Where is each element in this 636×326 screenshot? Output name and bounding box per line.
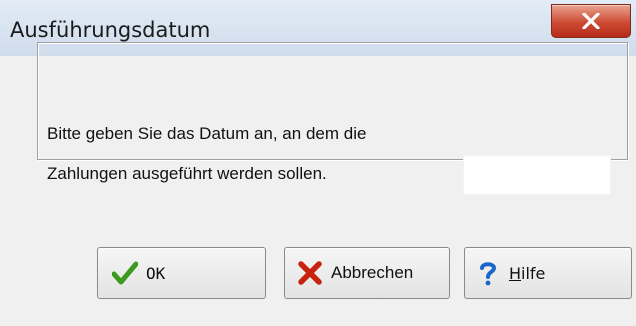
close-button[interactable] [551,4,631,38]
cancel-button[interactable]: Abbrechen [284,247,450,299]
message-line-2: Zahlungen ausgeführt werden sollen. [47,164,327,183]
cross-icon [298,261,322,285]
date-input[interactable] [463,155,611,195]
help-mnemonic: H [509,263,522,283]
help-label-rest: ilfe [521,263,546,283]
close-icon [582,13,600,29]
checkmark-icon [112,261,138,285]
question-mark-icon [480,262,497,286]
message-text: Bitte geben Sie das Datum an, an dem die… [47,114,467,194]
message-line-1: Bitte geben Sie das Datum an, an dem die [47,124,367,143]
dialog-window: Ausführungsdatum Bitte geben Sie das Dat… [0,0,636,326]
help-button-label: Hilfe [509,264,545,283]
cancel-button-label: Abbrechen [331,263,414,282]
ok-button-label: OK [146,263,166,283]
dialog-title: Ausführungsdatum [10,18,211,42]
help-button[interactable]: Hilfe [464,247,632,299]
ok-button[interactable]: OK [97,247,266,299]
